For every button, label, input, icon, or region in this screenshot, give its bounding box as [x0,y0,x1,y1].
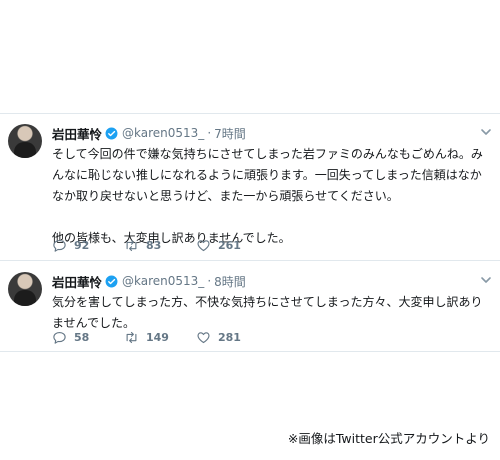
avatar[interactable] [8,124,42,158]
retweet-icon [126,239,137,252]
verified-badge-icon [105,275,118,287]
retweet-icon [126,331,137,344]
chevron-down-icon[interactable] [480,274,492,286]
tweet-header: 岩田華怜 @karen0513_ · 7時間 [52,124,246,143]
retweet-count: 83 [146,239,162,252]
tweet-text: 気分を害してしまった方、不快な気持ちにさせてしまった方々、大変申し訳あり ません… [52,292,496,334]
tweet[interactable]: 岩田華怜 @karen0513_ · 8時間 気分を害してしまった方、不快な気持… [0,262,500,352]
image-credit: ※画像はTwitter公式アカウントより [287,431,490,446]
like-button[interactable]: 281 [196,330,268,345]
tweet-text: そして今回の件で嫌な気持ちにさせてしまった岩ファミのみんなもごめんね。み んなに… [52,144,496,249]
like-count: 261 [218,239,241,252]
tweet-actions: 58 149 281 [52,330,268,345]
retweet-button[interactable]: 149 [124,330,196,345]
like-count: 281 [218,331,241,344]
heart-icon [197,332,210,344]
reply-count: 92 [74,239,90,252]
separator-dot: · [207,126,212,140]
reply-count: 58 [74,331,90,344]
heart-icon [197,240,210,252]
like-button[interactable]: 261 [196,238,268,253]
tweet[interactable]: 岩田華怜 @karen0513_ · 7時間 そして今回の件で嫌な気持ちにさせて… [0,113,500,261]
tweet-line: 気分を害してしまった方、不快な気持ちにさせてしまった方々、大変申し訳あり [52,295,483,309]
tweet-line: そして今回の件で嫌な気持ちにさせてしまった岩ファミのみんなもごめんね。み [52,147,483,161]
timestamp[interactable]: 7時間 [214,125,246,142]
retweet-count: 149 [146,331,169,344]
tweet-actions: 92 83 261 [52,238,268,253]
reply-button[interactable]: 92 [52,238,124,253]
user-handle[interactable]: @karen0513_ [122,126,204,140]
display-name[interactable]: 岩田華怜 [52,272,102,291]
verified-badge-icon [105,127,118,139]
reply-icon [53,239,66,252]
display-name[interactable]: 岩田華怜 [52,124,102,143]
separator-dot: · [207,274,212,288]
user-handle[interactable]: @karen0513_ [122,274,204,288]
chevron-down-icon[interactable] [480,126,492,138]
tweet-line: なか取り戻せないと思うけど、また一から頑張らせてください。 [52,189,399,203]
timestamp[interactable]: 8時間 [214,273,246,290]
reply-button[interactable]: 58 [52,330,124,345]
retweet-button[interactable]: 83 [124,238,196,253]
tweet-header: 岩田華怜 @karen0513_ · 8時間 [52,272,246,291]
reply-icon [53,331,66,344]
avatar[interactable] [8,272,42,306]
tweet-line: んなに恥じない推しになれるように頑張ります。一回失ってしまった信頼はなか [52,168,482,182]
